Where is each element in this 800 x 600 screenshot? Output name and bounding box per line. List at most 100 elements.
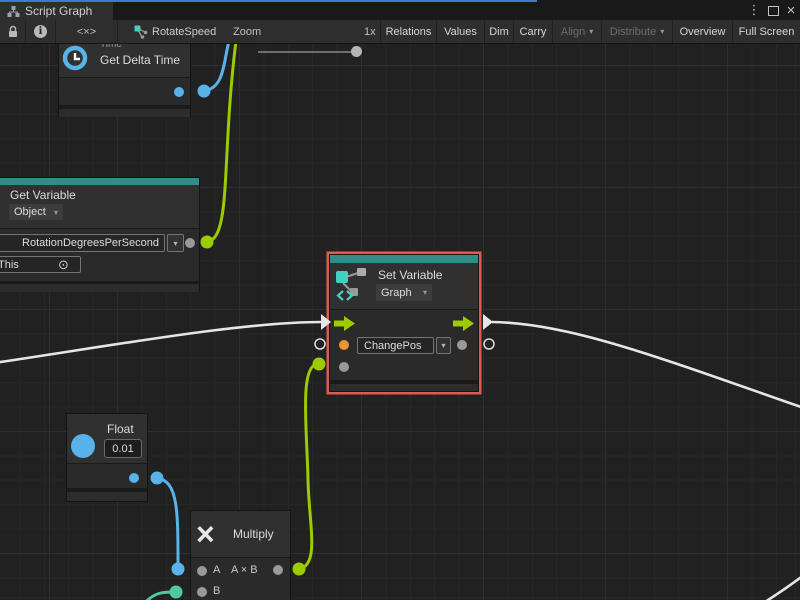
teal-connection-b[interactable] bbox=[144, 592, 174, 600]
info-button[interactable]: i bbox=[26, 20, 56, 43]
node-footer bbox=[330, 384, 478, 391]
button-label: Relations bbox=[386, 26, 432, 38]
unity-script-graph-window: { "window": { "tab_label": "Script Graph… bbox=[0, 0, 800, 600]
distribute-button[interactable]: Distribute ▾ bbox=[601, 20, 672, 43]
carry-button[interactable]: Carry bbox=[513, 20, 552, 43]
node-title: Float bbox=[107, 422, 134, 436]
relations-button[interactable]: Relations bbox=[380, 20, 436, 43]
info-icon: i bbox=[34, 25, 47, 38]
button-label: Overview bbox=[680, 26, 726, 38]
multiply-input-b-port[interactable] bbox=[197, 587, 207, 597]
tab-bar: Script Graph ⋮ × bbox=[0, 0, 800, 20]
variable-value-output-port[interactable] bbox=[457, 340, 467, 350]
graph-toolbar: i <×> RotateSpeed Zoom 1x Relations Valu… bbox=[0, 20, 800, 44]
maximize-button[interactable] bbox=[768, 6, 779, 16]
float-value-input[interactable]: 0.01 bbox=[104, 439, 142, 458]
variable-value-output-port[interactable] bbox=[185, 238, 195, 248]
float-value: 0.01 bbox=[112, 443, 133, 455]
dim-button[interactable]: Dim bbox=[484, 20, 513, 43]
button-label: Carry bbox=[520, 26, 547, 38]
delta-time-output-port[interactable] bbox=[174, 87, 184, 97]
flow-connection-in[interactable] bbox=[0, 322, 322, 363]
tab-script-graph[interactable]: Script Graph bbox=[0, 2, 113, 20]
clock-icon bbox=[61, 44, 89, 72]
deltatime-connection-up[interactable] bbox=[204, 43, 229, 91]
lock-icon bbox=[7, 25, 19, 38]
chevron-down-icon: ▾ bbox=[423, 288, 427, 297]
button-label: Align bbox=[561, 26, 585, 38]
graph-asset-icon bbox=[134, 25, 148, 39]
chevron-down-icon: ▾ bbox=[441, 341, 445, 350]
object-picker-icon[interactable]: ⊙ bbox=[58, 258, 69, 271]
flow-output-arrow-icon[interactable] bbox=[453, 316, 474, 331]
zoom-value: 1x bbox=[364, 26, 376, 38]
float-to-multiply-connection[interactable] bbox=[157, 478, 178, 566]
node-title: Multiply bbox=[233, 527, 274, 541]
variable-name-field[interactable]: ChangePos bbox=[357, 337, 434, 354]
float-icon bbox=[71, 434, 95, 458]
variable-scope-label: Graph bbox=[381, 287, 412, 299]
node-title: Get Variable bbox=[10, 188, 76, 202]
kebab-menu-icon: ⋮ bbox=[748, 2, 761, 18]
node-get-variable[interactable]: Get Variable Object ▾ RotationDegreesPer… bbox=[0, 177, 200, 292]
button-label: Dim bbox=[489, 26, 509, 38]
variable-name-value: RotationDegreesPerSecond bbox=[22, 237, 159, 249]
chevron-down-icon: ▾ bbox=[173, 239, 177, 248]
multiply-input-a-port[interactable] bbox=[197, 566, 207, 576]
button-label: Full Screen bbox=[739, 26, 795, 38]
node-set-variable[interactable]: Set Variable Graph ▾ ChangePos ▾ bbox=[329, 254, 479, 392]
align-button[interactable]: Align ▾ bbox=[552, 20, 601, 43]
overview-button[interactable]: Overview bbox=[672, 20, 732, 43]
flow-connection-out[interactable] bbox=[492, 322, 800, 408]
chevron-down-icon: ▾ bbox=[589, 27, 593, 36]
graph-name-label[interactable]: RotateSpeed bbox=[152, 26, 216, 38]
node-footer bbox=[67, 492, 147, 500]
variable-scope-label: Object bbox=[14, 206, 46, 218]
float-output-port[interactable] bbox=[129, 473, 139, 483]
window-menu-button[interactable]: ⋮ bbox=[748, 3, 760, 17]
button-label: Values bbox=[444, 26, 477, 38]
node-title: Set Variable bbox=[378, 268, 442, 282]
port-result-label: A × B bbox=[231, 564, 258, 576]
variable-scope-dropdown[interactable]: Object ▾ bbox=[9, 204, 63, 220]
script-graph-icon bbox=[7, 5, 20, 18]
code-view-icon: <×> bbox=[77, 26, 96, 38]
port-a-label: A bbox=[213, 564, 220, 576]
close-button[interactable]: × bbox=[784, 3, 798, 17]
button-label: Distribute bbox=[610, 26, 656, 38]
node-get-delta-time[interactable]: Time Get Delta Time bbox=[58, 43, 191, 117]
values-button[interactable]: Values bbox=[436, 20, 484, 43]
node-footer bbox=[59, 109, 190, 117]
variable-name-dropdown-button[interactable]: ▾ bbox=[167, 234, 184, 252]
zoom-slider-handle[interactable] bbox=[351, 46, 362, 57]
variable-name-input-port[interactable] bbox=[339, 340, 349, 350]
set-variable-icon bbox=[334, 267, 372, 305]
graph-canvas[interactable]: Time Get Delta Time Get Variable Object … bbox=[0, 43, 800, 600]
chevron-down-icon: ▾ bbox=[660, 27, 664, 36]
tab-label: Script Graph bbox=[25, 4, 92, 18]
chevron-down-icon: ▾ bbox=[54, 208, 58, 217]
variable-node-accent bbox=[330, 255, 478, 263]
code-view-button[interactable]: <×> bbox=[56, 20, 118, 43]
flow-connection-corner[interactable] bbox=[765, 575, 800, 600]
variable-name-value: ChangePos bbox=[364, 340, 422, 352]
variable-target-value: This bbox=[0, 259, 19, 271]
zoom-slider-track[interactable] bbox=[258, 51, 353, 53]
variable-node-accent bbox=[0, 178, 199, 185]
multiply-to-setvar-connection[interactable] bbox=[299, 364, 318, 569]
node-multiply[interactable]: × Multiply A A × B B bbox=[190, 510, 291, 600]
multiply-icon: × bbox=[196, 513, 215, 555]
node-float[interactable]: Float 0.01 bbox=[66, 413, 148, 502]
lock-button[interactable] bbox=[0, 20, 26, 43]
variable-name-field[interactable]: RotationDegreesPerSecond bbox=[0, 234, 165, 252]
port-b-label: B bbox=[213, 585, 220, 597]
variable-scope-dropdown[interactable]: Graph ▾ bbox=[376, 284, 432, 301]
node-footer bbox=[0, 284, 199, 292]
close-icon: × bbox=[787, 2, 796, 19]
variable-name-dropdown-button[interactable]: ▾ bbox=[436, 337, 451, 354]
node-title: Get Delta Time bbox=[100, 53, 180, 67]
full-screen-button[interactable]: Full Screen bbox=[732, 20, 800, 43]
variable-value-input-port[interactable] bbox=[339, 362, 349, 372]
multiply-output-port[interactable] bbox=[273, 565, 283, 575]
flow-input-arrow-icon[interactable] bbox=[334, 316, 355, 331]
